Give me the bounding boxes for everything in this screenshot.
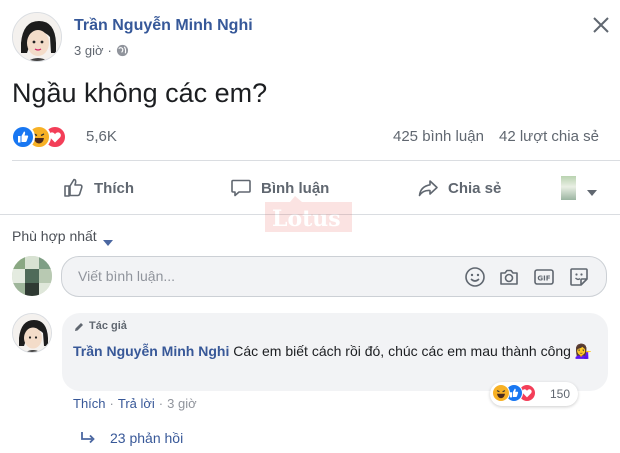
shares-count[interactable]: 42 lượt chia sẻ (499, 128, 599, 145)
separator-dot: · (109, 396, 114, 411)
caret-down-icon (102, 233, 113, 246)
divider (12, 160, 620, 161)
audience-selector[interactable] (561, 176, 598, 200)
post-author-name[interactable]: Trần Nguyễn Minh Nghi (74, 17, 253, 35)
view-replies-link[interactable]: 23 phản hồi (80, 430, 183, 446)
reply-arrow-icon (80, 431, 96, 445)
chevron-down-icon (586, 184, 598, 196)
share-label: Chia sẻ (448, 179, 502, 197)
comment-like-link[interactable]: Thích (73, 396, 106, 411)
comment-timestamp[interactable]: 3 giờ (167, 396, 197, 411)
author-badge-label: Tác giả (89, 320, 127, 332)
sticker-icon[interactable] (568, 266, 590, 288)
globe-icon[interactable] (116, 44, 129, 57)
reactions-count[interactable]: 5,6K (86, 128, 117, 145)
author-badge: Tác giả (73, 320, 127, 332)
author-avatar[interactable] (12, 12, 62, 62)
comments-count[interactable]: 425 bình luận (393, 128, 484, 145)
like-button[interactable]: Thích (62, 176, 134, 200)
comment-input[interactable]: Viết bình luận... GIF (61, 256, 607, 297)
comment-reactions-count: 150 (550, 387, 571, 401)
comment-input-placeholder: Viết bình luận... (78, 268, 176, 284)
share-button[interactable]: Chia sẻ (416, 176, 501, 200)
commenter-avatar[interactable] (12, 313, 52, 353)
comment-icon (229, 176, 253, 200)
post-timestamp[interactable]: 3 giờ (74, 43, 104, 58)
comment-sort-dropdown[interactable]: Phù hợp nhất (12, 228, 113, 246)
separator-dot: · (107, 43, 112, 58)
emoji-woman-tipping-hand: 💁‍♀️ (574, 343, 593, 359)
separator-dot: · (158, 396, 164, 411)
like-reaction-icon (11, 125, 35, 149)
comment-reactions[interactable]: 150 (490, 382, 578, 406)
watermark-logo: Lotus (262, 194, 356, 238)
viewer-avatar (12, 256, 52, 296)
close-icon[interactable] (588, 12, 614, 38)
svg-text:GIF: GIF (537, 275, 550, 283)
replies-count: 23 phản hồi (110, 430, 184, 446)
gif-icon[interactable]: GIF (533, 266, 555, 288)
sort-label: Phù hợp nhất (12, 228, 97, 244)
comment-reply-link[interactable]: Trả lời (118, 396, 155, 411)
haha-reaction-icon (492, 384, 510, 402)
reactions-summary[interactable] (11, 125, 81, 149)
like-label: Thích (94, 179, 134, 197)
like-icon (62, 176, 86, 200)
svg-text:Lotus: Lotus (272, 206, 341, 232)
comment-content: Trần Nguyễn Minh Nghi Các em biết cách r… (73, 341, 593, 361)
post-text: Ngầu không các em? (12, 78, 268, 108)
comment-author-name[interactable]: Trần Nguyễn Minh Nghi (73, 343, 229, 359)
emoji-icon[interactable] (464, 266, 486, 288)
pencil-icon (73, 320, 85, 332)
share-icon (416, 176, 440, 200)
profile-thumbnail-icon (561, 176, 576, 200)
camera-icon[interactable] (498, 266, 520, 288)
comment-text: Các em biết cách rồi đó, chúc các em mau… (233, 343, 571, 359)
